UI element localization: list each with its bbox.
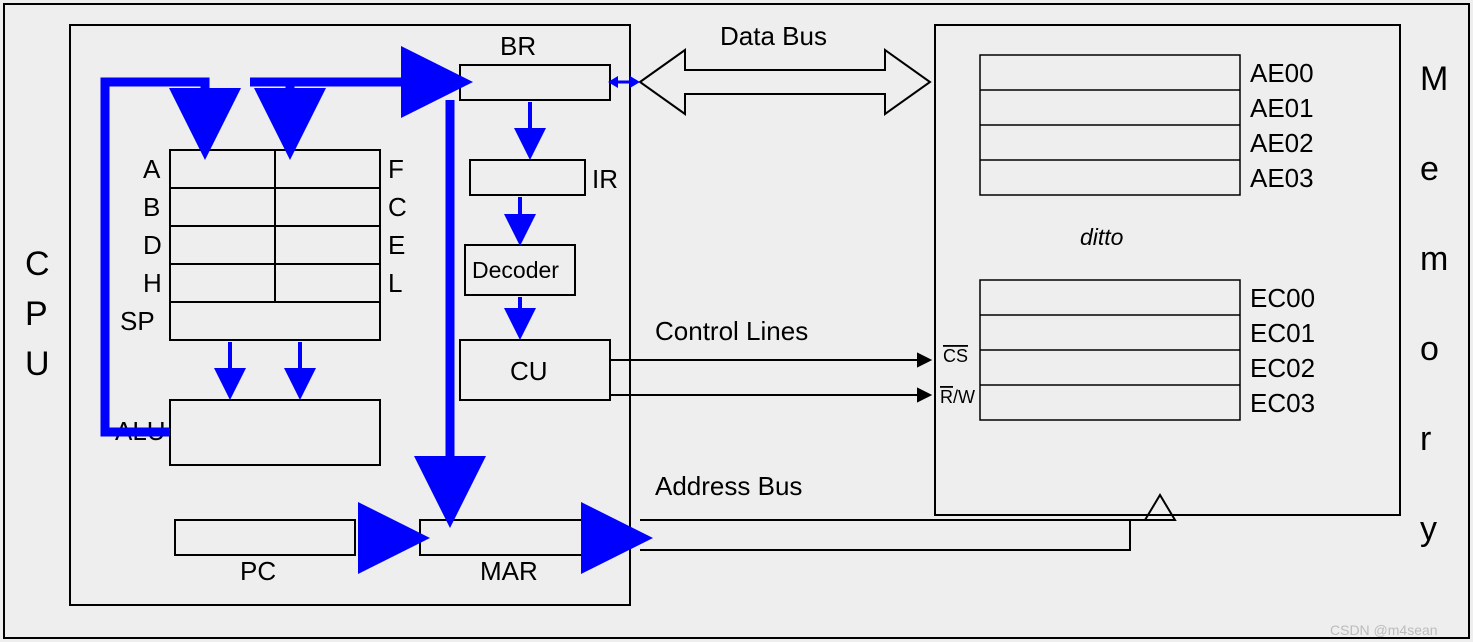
register-file: A B D H SP F C E L bbox=[120, 150, 407, 340]
addr-AE03: AE03 bbox=[1250, 163, 1314, 193]
mem-title-0: M bbox=[1420, 60, 1448, 98]
addr-EC00: EC00 bbox=[1250, 283, 1315, 313]
br-data-arrow bbox=[608, 76, 640, 88]
mem-title-4: r bbox=[1420, 420, 1431, 458]
pc-box bbox=[175, 520, 355, 555]
reg-C: C bbox=[388, 192, 407, 222]
pc-label: PC bbox=[240, 556, 276, 586]
reg-D: D bbox=[143, 230, 162, 260]
reg-B: B bbox=[143, 192, 160, 222]
addr-AE01: AE01 bbox=[1250, 93, 1314, 123]
reg-H: H bbox=[143, 268, 162, 298]
memory-box bbox=[935, 25, 1400, 515]
reg-L: L bbox=[388, 268, 402, 298]
cs-label: CS bbox=[943, 346, 968, 366]
reg-E: E bbox=[388, 230, 405, 260]
watermark: CSDN @m4sean bbox=[1330, 622, 1438, 638]
control-lines-label: Control Lines bbox=[655, 316, 808, 346]
cpu-title-2: U bbox=[25, 345, 50, 383]
br-label: BR bbox=[500, 31, 536, 61]
addr-EC03: EC03 bbox=[1250, 388, 1315, 418]
reg-SP: SP bbox=[120, 306, 155, 336]
cu-label: CU bbox=[510, 356, 548, 386]
ir-box bbox=[470, 160, 585, 195]
mem-title-1: e bbox=[1420, 150, 1439, 188]
cpu-title-1: P bbox=[25, 295, 48, 333]
addr-EC02: EC02 bbox=[1250, 353, 1315, 383]
control-line-2 bbox=[610, 389, 930, 401]
mem-title-3: o bbox=[1420, 330, 1439, 368]
memory-block-1: AE00 AE01 AE02 AE03 bbox=[980, 55, 1314, 195]
addr-EC01: EC01 bbox=[1250, 318, 1315, 348]
addr-AE00: AE00 bbox=[1250, 58, 1314, 88]
rw-label: R/W bbox=[940, 387, 975, 407]
control-line-1 bbox=[610, 354, 930, 366]
data-bus-label: Data Bus bbox=[720, 21, 827, 51]
br-box bbox=[460, 65, 610, 100]
reg-F: F bbox=[388, 154, 404, 184]
memory-block-2: EC00 EC01 EC02 EC03 bbox=[980, 280, 1315, 420]
mem-title-2: m bbox=[1420, 240, 1448, 278]
mem-title-5: y bbox=[1420, 510, 1437, 548]
ditto-label: ditto bbox=[1080, 224, 1124, 250]
address-bus-label: Address Bus bbox=[655, 471, 802, 501]
address-bus-arrow bbox=[640, 495, 1175, 550]
reg-A: A bbox=[143, 154, 161, 184]
cpu-title-0: C bbox=[25, 245, 50, 283]
ir-label: IR bbox=[592, 164, 618, 194]
alu-box bbox=[170, 400, 380, 465]
mar-box bbox=[420, 520, 600, 555]
mar-label: MAR bbox=[480, 556, 538, 586]
data-bus-arrow: Data Bus bbox=[640, 21, 930, 114]
decoder-label: Decoder bbox=[472, 257, 559, 283]
addr-AE02: AE02 bbox=[1250, 128, 1314, 158]
